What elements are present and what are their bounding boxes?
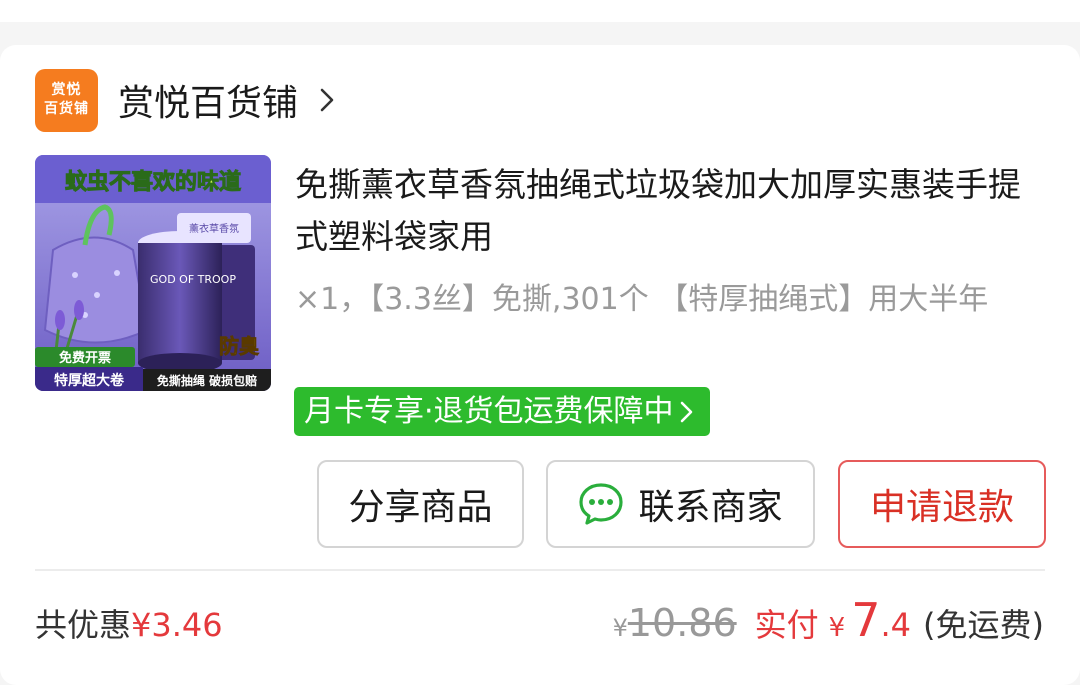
can-side-text: GOD OF TROOP [150, 273, 236, 286]
image-footer-text: 免撕抽绳 破损包赔 [157, 373, 257, 388]
discount-label: 共优惠 [35, 606, 132, 644]
image-badge-thick: 特厚超大卷 [54, 372, 125, 389]
original-price-currency: ¥ [612, 614, 628, 642]
shop-header[interactable]: 赏悦 百货铺 赏悦百货铺 [35, 68, 342, 132]
shop-name[interactable]: 赏悦百货铺 [118, 74, 298, 126]
can-label-text: 薰衣草香氛 [189, 222, 239, 235]
request-refund-label: 申请退款 [869, 487, 1014, 528]
discount-amount: ¥3.46 [131, 606, 223, 644]
image-badge-odor: 防臭 [219, 334, 259, 358]
previous-card [0, 0, 1080, 22]
discount-summary: 共优惠¥3.46 [35, 600, 223, 646]
chat-bubble-icon [579, 483, 624, 525]
shop-logo-line1: 赏悦 [51, 82, 82, 98]
share-product-label: 分享商品 [348, 487, 493, 528]
promo-text: 月卡专享·退货包运费保障中 [304, 394, 674, 429]
contact-seller-label: 联系商家 [638, 487, 783, 528]
paid-label: 实付 [754, 606, 819, 644]
image-banner-text: 蚊虫不喜欢的味道 [65, 169, 241, 195]
chevron-right-icon [320, 88, 334, 112]
request-refund-button[interactable]: 申请退款 [838, 460, 1046, 548]
payment-summary: ¥ 10.86 实付 ¥ 7 .4 (免运费) [613, 593, 1044, 647]
promo-badge[interactable]: 月卡专享·退货包运费保障中 [294, 387, 710, 436]
contact-seller-button[interactable]: 联系商家 [546, 460, 815, 548]
shipping-note: (免运费) [923, 606, 1044, 644]
product-image[interactable]: 蚊虫不喜欢的味道 薰衣草香氛 GOD OF TROOP 防臭 免费开票 特厚超大… [35, 155, 271, 391]
divider [35, 569, 1045, 571]
chevron-right-icon [680, 401, 692, 422]
image-badge-invoice: 免费开票 [59, 350, 111, 366]
shop-logo-line2: 百货铺 [44, 101, 89, 117]
paid-currency: ¥ [828, 613, 846, 643]
share-product-button[interactable]: 分享商品 [317, 460, 524, 548]
paid-amount-integer: 7 [851, 593, 881, 647]
product-spec: ×1，【3.3丝】免撕,301个 【特厚抽绳式】用大半年 [295, 282, 989, 317]
order-card: 赏悦 百货铺 赏悦百货铺 蚊虫不喜欢的味道 薰衣草香氛 GOD OF TROOP… [0, 45, 1080, 685]
paid-amount-decimal: .4 [880, 606, 912, 644]
product-title[interactable]: 免撕薰衣草香氛抽绳式垃圾袋加大加厚实惠装手提式塑料袋家用 [295, 159, 1040, 263]
original-price: 10.86 [627, 601, 737, 645]
shop-logo: 赏悦 百货铺 [35, 68, 98, 132]
